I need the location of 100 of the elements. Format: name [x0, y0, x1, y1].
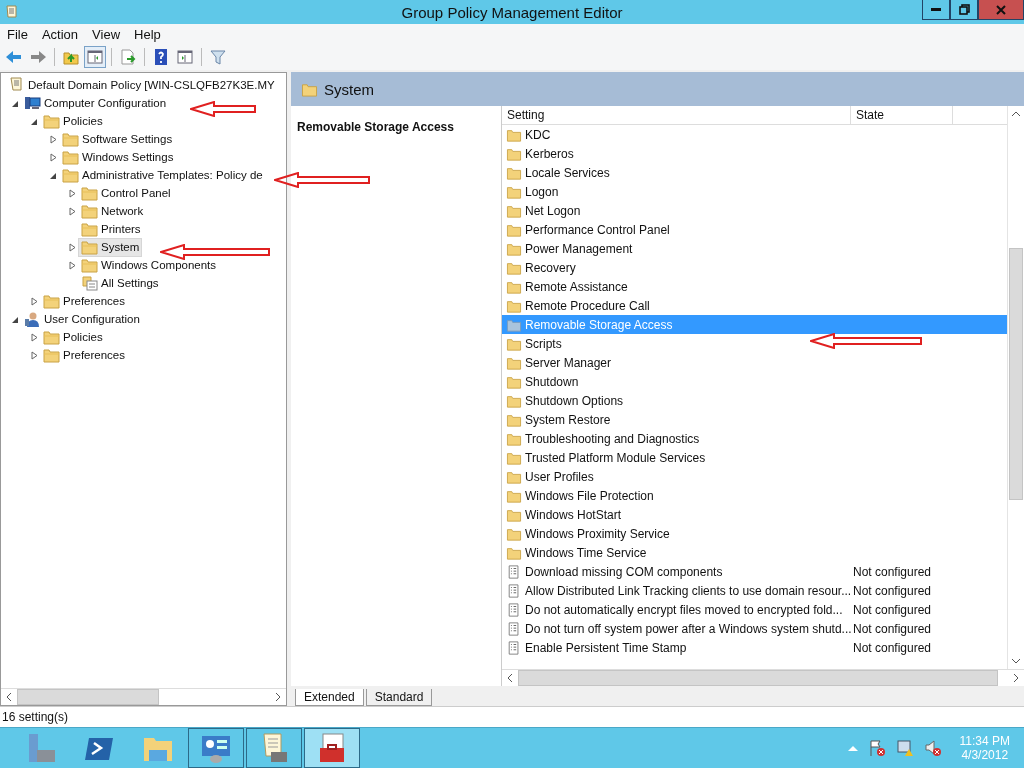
list-row[interactable]: Do not automatically encrypt files moved to encrypted fold... Not configured	[502, 600, 1007, 619]
expand-icon[interactable]	[49, 134, 58, 144]
folder-icon	[62, 149, 79, 165]
clock-time: 11:34 PM	[959, 734, 1010, 748]
tree-item[interactable]: All Settings	[78, 273, 162, 293]
scrollbar-thumb[interactable]	[1009, 248, 1023, 500]
horizontal-scrollbar[interactable]	[1, 688, 286, 705]
setting-state: Not configured	[853, 602, 932, 617]
setting-name: Download missing COM components	[525, 564, 723, 579]
list-row[interactable]: Locale Services	[502, 163, 1007, 182]
close-button[interactable]	[978, 0, 1024, 20]
setting-name: Performance Control Panel	[525, 222, 670, 237]
list-row[interactable]: Windows File Protection	[502, 486, 1007, 505]
help-icon	[152, 48, 170, 66]
menu-item[interactable]: Help	[127, 26, 168, 42]
taskbar-button[interactable]	[246, 728, 302, 768]
tree-item[interactable]: User Configuration	[21, 309, 143, 329]
computer-icon	[24, 95, 41, 111]
setting-name: Logon	[525, 184, 559, 199]
list-row[interactable]: Kerberos	[502, 144, 1007, 163]
setting-name: Recovery	[525, 260, 576, 275]
list-row[interactable]: Allow Distributed Link Tracking clients to use domain resour...Not configured	[502, 581, 1007, 600]
list-row[interactable]: Server Manager	[502, 353, 1007, 372]
list-row[interactable]: KDC	[502, 125, 1007, 144]
tree-button[interactable]	[84, 46, 106, 68]
column-header[interactable]: Setting	[502, 106, 851, 125]
tree-item[interactable]: Administrative Templates: Policy de	[59, 165, 266, 185]
tree-item[interactable]: System	[78, 237, 143, 257]
expand-icon[interactable]	[68, 188, 77, 198]
folder-icon	[506, 260, 522, 275]
folder-icon	[81, 203, 98, 219]
tree-item[interactable]: Policies	[40, 327, 106, 347]
list-row[interactable]: Troubleshooting and Diagnostics	[502, 429, 1007, 448]
tree-item[interactable]: Policies	[40, 111, 106, 131]
folder-icon	[506, 355, 522, 370]
list-row[interactable]: Do not turn off system power after a Windows system shutd...Not configured	[502, 619, 1007, 638]
folder-icon	[506, 488, 522, 503]
scroll-icon	[4, 4, 20, 20]
column-header[interactable]: State	[851, 106, 953, 125]
setting-name: Windows HotStart	[525, 507, 622, 522]
list-row[interactable]: Scripts	[502, 334, 1007, 353]
list-row[interactable]: Download missing COM components Not configured	[502, 562, 1007, 581]
tree-item[interactable]: Windows Components	[78, 255, 220, 275]
list-row[interactable]: Net Logon	[502, 201, 1007, 220]
export-icon	[119, 48, 137, 66]
list-row[interactable]: Trusted Platform Module Services	[502, 448, 1007, 467]
list-row[interactable]: Power Management	[502, 239, 1007, 258]
settings-list-icon	[81, 275, 98, 291]
setting-document-icon	[506, 602, 522, 617]
tree-item[interactable]: Default Domain Policy [WIN-CSLQFB27K3E.MY	[5, 75, 278, 95]
expand-icon[interactable]	[30, 350, 39, 360]
folder-icon	[506, 146, 522, 161]
list-row[interactable]: Remote Assistance	[502, 277, 1007, 296]
list-row[interactable]: Recovery	[502, 258, 1007, 277]
tree-item[interactable]: Network	[78, 201, 147, 221]
setting-name: Allow Distributed Link Tracking clients to use domain resour...	[525, 583, 852, 598]
view-tab[interactable]: Extended	[295, 689, 364, 706]
expand-icon[interactable]	[68, 260, 77, 270]
taskbar-button[interactable]	[304, 728, 360, 768]
folder-icon	[43, 293, 60, 309]
folder-icon	[506, 336, 522, 351]
menu-item[interactable]: File	[0, 26, 35, 42]
list-row[interactable]: Remote Procedure Call	[502, 296, 1007, 315]
expand-icon[interactable]	[49, 152, 58, 162]
setting-name: Locale Services	[525, 165, 610, 180]
expand-icon[interactable]	[68, 206, 77, 216]
vertical-scrollbar[interactable]	[1007, 106, 1024, 669]
tree-item[interactable]: Control Panel	[78, 183, 174, 203]
speaker-error-icon[interactable]	[923, 739, 942, 757]
list-row[interactable]: Shutdown	[502, 372, 1007, 391]
list-row[interactable]: Logon	[502, 182, 1007, 201]
minimize-button[interactable]	[922, 0, 950, 20]
view-tab[interactable]: Standard	[365, 689, 433, 706]
tree-item[interactable]: Printers	[78, 219, 144, 239]
list-row[interactable]: Enable Persistent Time Stamp Not configured	[502, 638, 1007, 657]
list-row[interactable]: System Restore	[502, 410, 1007, 429]
restore-button[interactable]	[950, 0, 978, 20]
expand-icon[interactable]	[30, 332, 39, 342]
list-row[interactable]: User Profiles	[502, 467, 1007, 486]
pane-icon	[86, 48, 104, 66]
tree-item[interactable]: Software Settings	[59, 129, 176, 149]
network-warning-icon[interactable]	[895, 739, 914, 757]
folder-icon	[506, 165, 522, 180]
tree-item[interactable]: Preferences	[40, 345, 128, 365]
list-row[interactable]: Performance Control Panel	[502, 220, 1007, 239]
list-row[interactable]: Shutdown Options	[502, 391, 1007, 410]
list-row[interactable]: Windows HotStart	[502, 505, 1007, 524]
tree-item[interactable]: Windows Settings	[59, 147, 177, 167]
flag-error-icon[interactable]	[867, 739, 886, 757]
menu-item[interactable]: Action	[34, 26, 86, 42]
tree-item[interactable]: Preferences	[40, 291, 128, 311]
tree-item[interactable]: Computer Configuration	[21, 93, 170, 113]
list-row[interactable]: Windows Proximity Service	[502, 524, 1007, 543]
list-row[interactable]: Windows Time Service	[502, 543, 1007, 562]
menu-item[interactable]: View	[85, 26, 128, 42]
scrollbar-thumb[interactable]	[17, 689, 159, 705]
taskbar-button[interactable]	[188, 728, 244, 768]
folder-icon	[43, 113, 60, 129]
expand-icon[interactable]	[30, 296, 39, 306]
setting-name: System Restore	[525, 412, 611, 427]
